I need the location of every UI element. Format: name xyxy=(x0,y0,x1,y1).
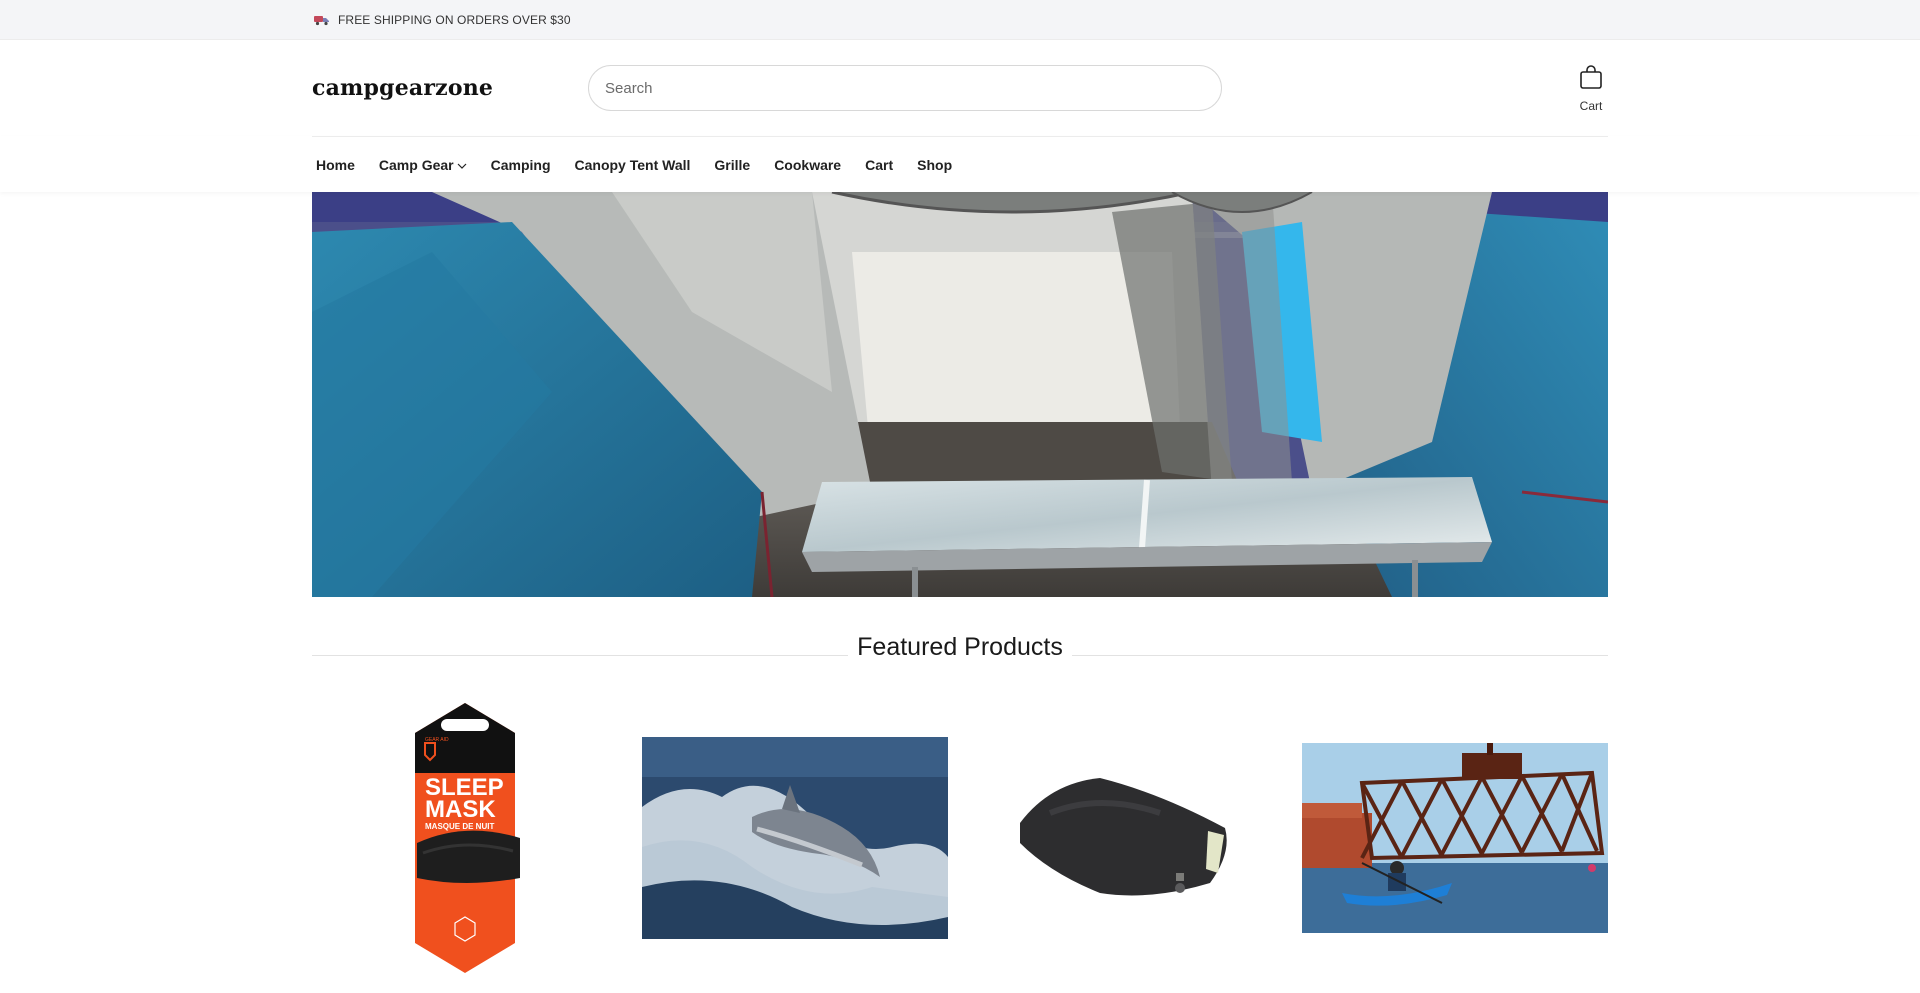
product-grid: GEAR AID SLEEP MASK MASQUE DE NUIT xyxy=(312,703,1608,973)
svg-text:MASQUE DE NUIT: MASQUE DE NUIT xyxy=(425,822,494,831)
cart-label: Cart xyxy=(1579,99,1603,113)
kayak-image xyxy=(1302,743,1608,933)
nav-item-label: Shop xyxy=(917,156,953,173)
svg-text:MASK: MASK xyxy=(425,796,496,823)
product-card-sleep-mask[interactable]: GEAR AID SLEEP MASK MASQUE DE NUIT xyxy=(312,703,618,973)
nav-item-cookware[interactable]: Cookware xyxy=(774,157,841,173)
product-card-pillow[interactable] xyxy=(972,703,1278,973)
search-input[interactable] xyxy=(605,79,1205,97)
featured-products-title: Featured Products xyxy=(312,633,1608,662)
nav-item-camp-gear[interactable]: Camp Gear xyxy=(379,157,467,173)
search-box[interactable] xyxy=(588,65,1222,111)
nav-item-label: Camping xyxy=(490,156,551,173)
dolphin-image xyxy=(642,737,948,939)
site-logo[interactable]: campgearzone xyxy=(312,75,588,101)
announcement-text: FREE SHIPPING ON ORDERS OVER $30 xyxy=(338,13,571,27)
pillow-image xyxy=(1020,778,1227,896)
nav-item-label: Cookware xyxy=(774,156,842,173)
hero-image[interactable] xyxy=(312,192,1608,597)
nav-item-label: Camp Gear xyxy=(378,156,454,173)
announcement-bar: FREE SHIPPING ON ORDERS OVER $30 xyxy=(0,0,1920,40)
chevron-down-icon xyxy=(457,157,467,173)
featured-products-section: Featured Products xyxy=(312,633,1608,673)
main-navigation: Home Camp Gear Camping Canopy Tent Wall … xyxy=(0,136,1920,192)
site-header: campgearzone Cart xyxy=(0,40,1920,136)
nav-item-grille[interactable]: Grille xyxy=(714,157,750,173)
nav-item-label: Cart xyxy=(865,156,894,173)
nav-item-label: Canopy Tent Wall xyxy=(574,156,691,173)
sleep-mask-image: GEAR AID SLEEP MASK MASQUE DE NUIT xyxy=(415,703,520,973)
product-card-kayak[interactable] xyxy=(1302,703,1608,973)
nav-item-camping[interactable]: Camping xyxy=(491,157,551,173)
nav-item-canopy-tent-wall[interactable]: Canopy Tent Wall xyxy=(575,157,691,173)
truck-icon xyxy=(314,14,330,26)
svg-text:GEAR AID: GEAR AID xyxy=(425,737,449,743)
shopping-bag-icon xyxy=(1579,64,1603,95)
nav-item-label: Home xyxy=(316,156,355,173)
nav-item-label: Grille xyxy=(714,156,751,173)
nav-item-cart[interactable]: Cart xyxy=(865,157,893,173)
nav-item-home[interactable]: Home xyxy=(316,157,355,173)
product-card-dolphin[interactable] xyxy=(642,703,948,973)
nav-item-shop[interactable]: Shop xyxy=(917,157,952,173)
cart-button[interactable]: Cart xyxy=(1574,64,1608,113)
